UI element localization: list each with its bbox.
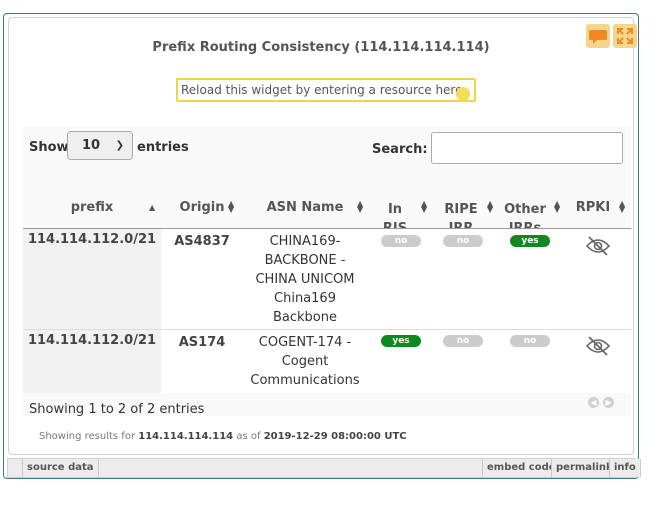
source-data-link[interactable]: source data [22, 459, 99, 477]
eye-slash-icon [585, 336, 611, 356]
table-info: Showing 1 to 2 of 2 entries [29, 402, 205, 417]
results-prefix: Showing results for [39, 431, 136, 442]
widget-title: Prefix Routing Consistency (114.114.114.… [152, 40, 490, 55]
table-row: 114.114.112.0/21 AS4837 CHINA169- BACKBO… [23, 228, 631, 329]
prefix-cell: 114.114.112.0/21 [23, 229, 161, 329]
asn-name-line: BACKBONE - [264, 253, 346, 268]
page-size-value: 10 [82, 138, 101, 153]
asn-name-line: CHINA UNICOM [255, 272, 355, 287]
sort-icon: ▲ ▼ [487, 199, 494, 214]
widget-frame: Prefix Routing Consistency (114.114.114.… [3, 13, 641, 479]
asn-name-line: Communications [250, 373, 360, 388]
chevron-down-icon: ❯ [115, 140, 124, 151]
column-header-label: Origin [179, 200, 225, 215]
other-irrs-badge: no [510, 335, 550, 347]
page-size-select[interactable]: 10 ❯ [67, 131, 133, 160]
arrow-right-icon: ▶ [605, 398, 612, 407]
column-header-prefix[interactable]: prefix ▲ [23, 198, 161, 217]
column-header-origin[interactable]: Origin ▲ ▼ [161, 198, 243, 217]
entries-label: entries [137, 140, 189, 155]
asn-name-line: Backbone [272, 310, 337, 325]
asn-name-line: COGENT-174 - [258, 335, 352, 350]
prefix-cell: 114.114.112.0/21 [23, 330, 161, 393]
arrow-left-icon: ◀ [590, 398, 597, 407]
column-header-label: ASN Name [266, 200, 344, 215]
ripe-irr-badge: no [443, 235, 483, 247]
reload-resource-input[interactable]: Reload this widget by entering a resourc… [176, 78, 476, 102]
bottom-bar: source data embed code permalink info [7, 458, 641, 478]
ripe-irr-badge: no [443, 335, 483, 347]
eye-slash-icon [585, 236, 611, 256]
sort-icon: ▲ ▼ [228, 199, 235, 214]
search-label: Search: [372, 142, 428, 157]
in-ris-badge: no [381, 235, 421, 247]
sort-icon: ▲ ▼ [421, 199, 428, 214]
origin-cell: AS174 [178, 335, 226, 350]
table-row: 114.114.112.0/21 AS174 COGENT-174 - Coge… [23, 329, 631, 393]
widget-body: Prefix Routing Consistency (114.114.114.… [8, 17, 637, 455]
column-header-rpki[interactable]: RPKI ▲ ▼ [569, 198, 625, 217]
results-timestamp: 2019-12-29 08:00:00 UTC [263, 431, 407, 442]
sort-asc-icon: ▲ [149, 203, 156, 212]
other-irrs-badge: yes [510, 235, 550, 247]
info-link[interactable]: info [609, 459, 641, 477]
sort-icon: ▲ ▼ [554, 199, 561, 214]
asn-name-line: China169 [274, 291, 336, 306]
sort-icon: ▲ ▼ [619, 199, 626, 214]
column-header-label: RPKI [575, 200, 611, 215]
permalink-link[interactable]: permalink [551, 459, 618, 477]
datatable: Show 10 ❯ entries Search: prefix ▲ Origi… [23, 126, 631, 417]
next-page-button[interactable]: ▶ [603, 397, 614, 408]
search-input[interactable] [431, 132, 623, 164]
embed-code-link[interactable]: embed code [482, 459, 561, 477]
asn-name-line: CHINA169- [269, 234, 341, 249]
results-as-of: as of [236, 431, 261, 442]
in-ris-badge: yes [381, 335, 421, 347]
column-header-label: prefix [70, 200, 114, 215]
reload-dot-icon [456, 87, 470, 101]
asn-name-cell: CHINA169- BACKBONE - CHINA UNICOM China1… [243, 232, 367, 327]
reload-placeholder: Reload this widget by entering a resourc… [181, 83, 463, 97]
column-header-asn-name[interactable]: ASN Name ▲ ▼ [243, 198, 367, 217]
show-label: Show [29, 140, 69, 155]
results-summary: Showing results for 114.114.114.114 as o… [39, 431, 407, 442]
origin-cell: AS4837 [174, 234, 230, 249]
asn-name-line: Cogent [281, 354, 329, 369]
results-resource: 114.114.114.114 [138, 431, 234, 442]
previous-page-button[interactable]: ◀ [588, 397, 599, 408]
sort-icon: ▲ ▼ [357, 199, 364, 214]
asn-name-cell: COGENT-174 - Cogent Communications [243, 333, 367, 390]
